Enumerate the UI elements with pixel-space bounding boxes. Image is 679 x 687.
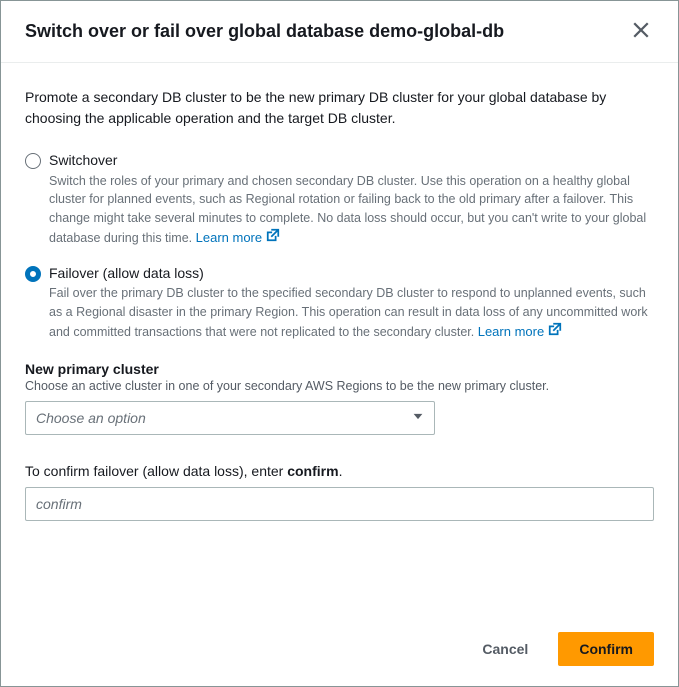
radio-desc-failover: Fail over the primary DB cluster to the … — [49, 284, 654, 341]
radio-input-failover[interactable] — [25, 266, 41, 282]
new-primary-help: Choose an active cluster in one of your … — [25, 379, 654, 393]
radio-content: Failover (allow data loss) Fail over the… — [49, 264, 654, 342]
external-link-icon — [548, 322, 562, 342]
switchover-desc-text: Switch the roles of your primary and cho… — [49, 174, 646, 245]
learn-more-switchover[interactable]: Learn more — [196, 228, 280, 248]
new-primary-select-wrap: Choose an option — [25, 401, 435, 435]
confirm-suffix: . — [339, 463, 343, 479]
radio-option-switchover[interactable]: Switchover Switch the roles of your prim… — [25, 151, 654, 248]
close-button[interactable] — [628, 17, 654, 46]
radio-input-switchover[interactable] — [25, 153, 41, 169]
confirm-prefix: To confirm failover (allow data loss), e… — [25, 463, 287, 479]
radio-content: Switchover Switch the roles of your prim… — [49, 151, 654, 248]
radio-title-switchover: Switchover — [49, 151, 654, 171]
learn-more-label: Learn more — [196, 228, 262, 248]
modal-footer: Cancel Confirm — [1, 616, 678, 686]
operation-radio-group: Switchover Switch the roles of your prim… — [25, 151, 654, 341]
confirm-label: To confirm failover (allow data loss), e… — [25, 463, 654, 479]
learn-more-label: Learn more — [478, 322, 544, 342]
modal-title: Switch over or fail over global database… — [25, 20, 504, 43]
confirm-input[interactable] — [25, 487, 654, 521]
cancel-button[interactable]: Cancel — [462, 632, 548, 666]
external-link-icon — [266, 228, 280, 248]
select-placeholder: Choose an option — [36, 410, 146, 426]
radio-option-failover[interactable]: Failover (allow data loss) Fail over the… — [25, 264, 654, 342]
radio-title-failover: Failover (allow data loss) — [49, 264, 654, 284]
close-icon — [632, 21, 650, 42]
modal-header: Switch over or fail over global database… — [1, 1, 678, 63]
intro-text: Promote a secondary DB cluster to be the… — [25, 87, 654, 129]
new-primary-select[interactable]: Choose an option — [25, 401, 435, 435]
confirm-button[interactable]: Confirm — [558, 632, 654, 666]
learn-more-failover[interactable]: Learn more — [478, 322, 562, 342]
radio-desc-switchover: Switch the roles of your primary and cho… — [49, 172, 654, 248]
new-primary-block: New primary cluster Choose an active clu… — [25, 361, 654, 435]
modal-body: Promote a secondary DB cluster to be the… — [1, 63, 678, 616]
new-primary-label: New primary cluster — [25, 361, 654, 377]
confirm-block: To confirm failover (allow data loss), e… — [25, 463, 654, 521]
modal-dialog: Switch over or fail over global database… — [0, 0, 679, 687]
confirm-keyword: confirm — [287, 463, 338, 479]
